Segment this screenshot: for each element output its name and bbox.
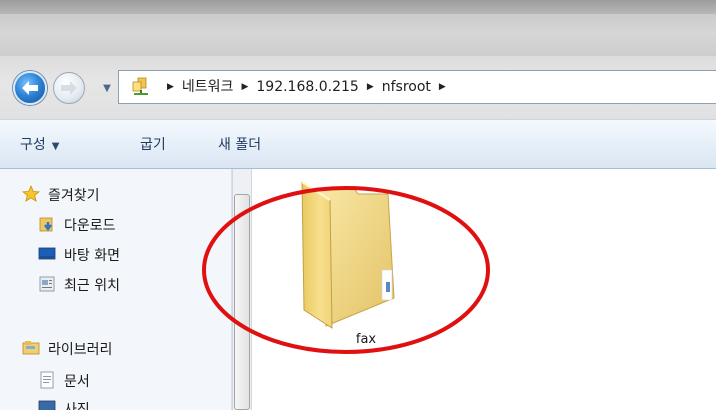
breadcrumb: ▶ 네트워크 ▶ 192.168.0.215 ▶ nfsroot ▶	[159, 71, 454, 103]
sidebar-item-label: 바탕 화면	[64, 248, 120, 264]
desktop-icon	[38, 247, 56, 260]
sidebar-item-desktop[interactable]: 바탕 화면	[38, 244, 120, 268]
recent-places-icon	[39, 276, 55, 292]
breadcrumb-separator-icon[interactable]: ▶	[367, 82, 374, 92]
downloads-folder-icon	[39, 217, 53, 232]
organize-label: 구성	[20, 137, 46, 153]
breadcrumb-ip[interactable]: 192.168.0.215	[256, 79, 358, 95]
document-icon	[40, 371, 54, 389]
sidebar-item-downloads[interactable]: 다운로드	[38, 214, 116, 238]
breadcrumb-separator-icon[interactable]: ▶	[167, 82, 174, 92]
sidebar-item-recent[interactable]: 최근 위치	[38, 274, 120, 298]
sidebar-item-pictures[interactable]: 사진	[38, 398, 90, 410]
sidebar-item-label: 라이브러리	[48, 342, 113, 358]
folder-icon[interactable]	[296, 178, 408, 332]
sidebar-item-documents[interactable]: 문서	[38, 370, 90, 394]
organize-button[interactable]: 구성 ▼	[20, 134, 59, 154]
window-titlebar[interactable]	[0, 0, 716, 56]
command-toolbar: 구성 ▼ 굽기 새 폴더	[0, 119, 716, 169]
sidebar-item-libraries[interactable]: 라이브러리	[22, 338, 112, 362]
folder-name-label[interactable]: fax	[346, 332, 386, 347]
back-arrow-icon	[22, 81, 38, 95]
forward-button[interactable]	[53, 72, 85, 104]
breadcrumb-separator-icon[interactable]: ▶	[241, 82, 248, 92]
libraries-icon	[22, 341, 40, 355]
sidebar-item-favorites[interactable]: 즐겨찾기	[22, 184, 100, 208]
chevron-down-icon: ▼	[51, 141, 60, 152]
sidebar-item-label: 문서	[64, 374, 90, 390]
sidebar-item-label: 사진	[64, 402, 90, 410]
forward-arrow-icon	[61, 81, 77, 95]
burn-button[interactable]: 굽기	[140, 134, 166, 154]
sidebar-item-label: 즐겨찾기	[48, 188, 100, 204]
back-button[interactable]	[13, 71, 47, 105]
sidebar-item-label: 다운로드	[64, 218, 116, 234]
breadcrumb-separator-icon[interactable]: ▶	[439, 82, 446, 92]
network-location-icon	[132, 77, 148, 95]
breadcrumb-network[interactable]: 네트워크	[182, 79, 234, 95]
sidebar-item-label: 최근 위치	[64, 278, 120, 294]
pictures-icon	[38, 400, 56, 410]
titlebar-top-edge	[0, 0, 716, 14]
breadcrumb-nfsroot[interactable]: nfsroot	[382, 79, 431, 95]
new-folder-button[interactable]: 새 폴더	[218, 134, 261, 154]
address-bar[interactable]: ▶ 네트워크 ▶ 192.168.0.215 ▶ nfsroot ▶	[118, 70, 716, 104]
star-icon	[22, 185, 40, 202]
scrollbar-thumb[interactable]	[234, 194, 250, 410]
recent-pages-dropdown[interactable]: ▼	[100, 82, 114, 96]
